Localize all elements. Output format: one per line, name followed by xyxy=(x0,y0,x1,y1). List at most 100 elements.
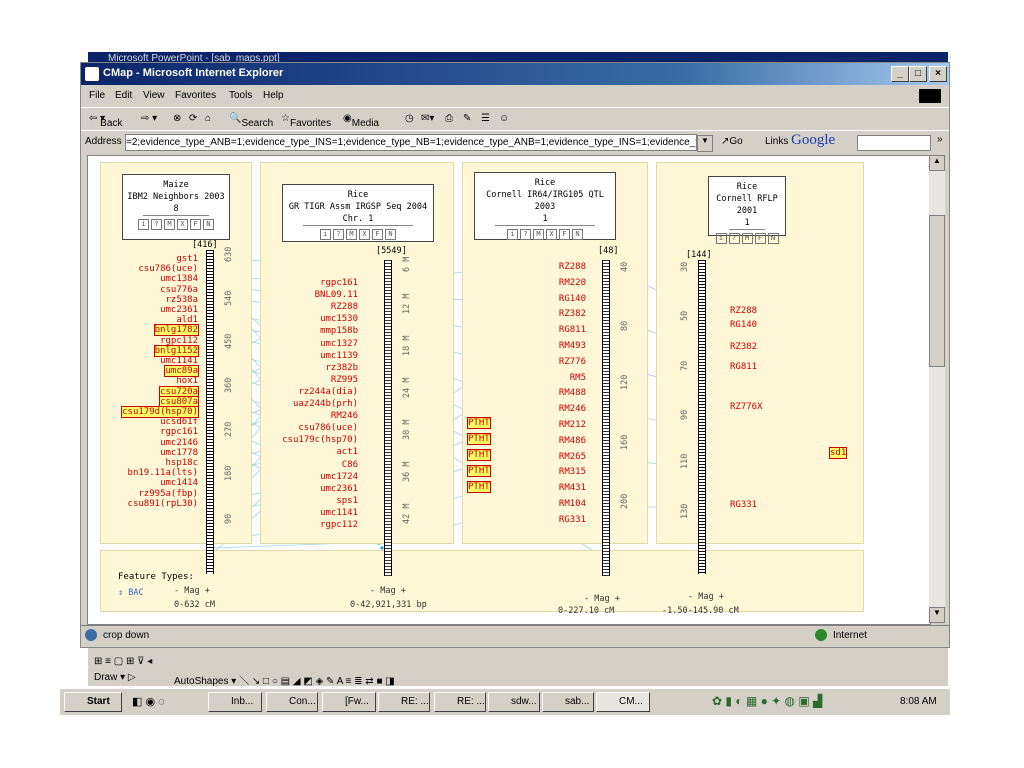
maize-feature-label[interactable]: umc2146 xyxy=(160,438,198,448)
qtl-feature-label[interactable]: RM488 xyxy=(559,388,586,398)
task-re1[interactable]: RE: ... xyxy=(378,692,430,712)
map-icon-button[interactable]: ? xyxy=(728,233,740,244)
address-input[interactable]: =2;evidence_type_ANB=1;evidence_type_INS… xyxy=(125,134,697,151)
systray-icons[interactable]: ✿ ▮ ◐ ▦ ● ✦ ◍ ▣ ▟ xyxy=(712,694,822,708)
rice-seq-feature-label[interactable]: RZ995 xyxy=(331,375,358,385)
messenger-icon[interactable]: ☺ xyxy=(499,113,509,124)
maize-feature-label[interactable]: csu720a xyxy=(159,385,199,398)
mag-control[interactable]: - Mag + xyxy=(174,586,210,596)
ptht-qtl-label[interactable]: PTHT xyxy=(467,449,491,461)
map-icon-button[interactable]: N xyxy=(572,229,583,240)
menu-edit[interactable]: Edit xyxy=(115,90,132,101)
refresh-icon[interactable]: ⟳ xyxy=(189,113,197,124)
rice-seq-feature-label[interactable]: uaz244b(prh) xyxy=(293,399,358,409)
mag-control[interactable]: - Mag + xyxy=(688,592,724,602)
rice-seq-feature-label[interactable]: umc1724 xyxy=(320,472,358,482)
map-icon-button[interactable]: M xyxy=(164,219,175,230)
back-button[interactable]: ⇦ Back ▾ xyxy=(89,113,122,129)
maize-feature-label[interactable]: rgpc161 xyxy=(160,427,198,437)
rice-seq-feature-label[interactable]: rgpc161 xyxy=(320,278,358,288)
map-icon-button[interactable]: i xyxy=(138,219,149,230)
task-con[interactable]: Con... xyxy=(266,692,318,712)
ptht-qtl-label[interactable]: PTHT xyxy=(467,417,491,429)
maize-feature-label[interactable]: umc1384 xyxy=(160,274,198,284)
qtl-feature-label[interactable]: RM486 xyxy=(559,436,586,446)
qtl-feature-label[interactable]: RG811 xyxy=(559,325,586,335)
map-icon-button[interactable]: F xyxy=(559,229,570,240)
vertical-scrollbar[interactable]: ▲ ▼ xyxy=(929,155,945,623)
address-dropdown-icon[interactable]: ▼ xyxy=(697,135,713,152)
qtl-feature-label[interactable]: RZ776 xyxy=(559,357,586,367)
rflp-feature-label[interactable]: RZ776X xyxy=(730,402,763,412)
map-icon-button[interactable]: F xyxy=(190,219,201,230)
search-button[interactable]: 🔍 Search xyxy=(229,113,273,129)
qtl-feature-label[interactable]: RM493 xyxy=(559,341,586,351)
rflp-feature-label[interactable]: RG140 xyxy=(730,320,757,330)
maize-feature-label[interactable]: gst1 xyxy=(176,254,198,264)
task-sdw[interactable]: sdw... xyxy=(488,692,540,712)
media-button[interactable]: ◉ Media xyxy=(343,113,379,129)
task-inbox[interactable]: Inb... xyxy=(208,692,262,712)
rice-seq-feature-label[interactable]: csu179c(hsp70) xyxy=(282,435,358,445)
maize-feature-label[interactable]: umc89a xyxy=(164,365,199,378)
menu-favorites[interactable]: Favorites xyxy=(175,90,216,101)
maize-feature-label[interactable]: csu776a xyxy=(160,285,198,295)
mag-control[interactable]: - Mag + xyxy=(370,586,406,596)
rice-seq-feature-label[interactable]: C86 xyxy=(342,460,358,470)
maize-feature-label[interactable]: csu891(rpL30) xyxy=(128,499,198,509)
maize-feature-label[interactable]: umc2361 xyxy=(160,305,198,315)
view-buttons[interactable]: ⊞ ≡ ▢ ⊞ ⊽ ◂ xyxy=(94,656,152,667)
maize-feature-label[interactable]: ucsd61f xyxy=(160,417,198,427)
task-cmap[interactable]: CM... xyxy=(596,692,650,712)
rflp-feature-label[interactable]: RZ288 xyxy=(730,306,757,316)
maize-feature-label[interactable]: rz538a xyxy=(165,295,198,305)
menu-view[interactable]: View xyxy=(143,90,165,101)
map-icon-button[interactable]: i xyxy=(507,229,518,240)
qtl-feature-label[interactable]: RM212 xyxy=(559,420,586,430)
task-re2[interactable]: RE: ... xyxy=(434,692,486,712)
maize-feature-label[interactable]: umc1414 xyxy=(160,478,198,488)
start-button[interactable]: Start xyxy=(64,692,122,712)
maize-feature-label[interactable]: rgpc112 xyxy=(160,336,198,346)
rflp-feature-label[interactable]: RG331 xyxy=(730,500,757,510)
maize-feature-label[interactable]: umc1141 xyxy=(160,356,198,366)
maize-feature-label[interactable]: bnlg1152 xyxy=(153,344,200,357)
rice-seq-feature-label[interactable]: BNL09.11 xyxy=(315,290,358,300)
map-icon-button[interactable]: N xyxy=(385,229,396,240)
maize-feature-label[interactable]: hox1 xyxy=(176,376,198,386)
scroll-thumb[interactable] xyxy=(929,215,945,367)
toolbar-chevron-icon[interactable]: » xyxy=(937,134,943,145)
map-icon-button[interactable]: M xyxy=(533,229,544,240)
rice-seq-feature-label[interactable]: umc1327 xyxy=(320,339,358,349)
maize-feature-label[interactable]: hsp18c xyxy=(165,458,198,468)
history-icon[interactable]: ◷ xyxy=(405,113,414,124)
task-sab[interactable]: sab... xyxy=(542,692,594,712)
map-icon-button[interactable]: N xyxy=(767,233,779,244)
rice-seq-feature-label[interactable]: umc1530 xyxy=(320,314,358,324)
rice-seq-feature-label[interactable]: mmp158b xyxy=(320,326,358,336)
map-icon-button[interactable]: ? xyxy=(520,229,531,240)
map-icon-button[interactable]: X xyxy=(546,229,557,240)
maize-feature-label[interactable]: bnlg1782 xyxy=(153,324,200,337)
rice-seq-feature-label[interactable]: RZ288 xyxy=(331,302,358,312)
menu-help[interactable]: Help xyxy=(263,90,284,101)
draw-menu[interactable]: Draw ▾ ▷ xyxy=(94,672,136,683)
menu-file[interactable]: File xyxy=(89,90,105,101)
autoshapes-menu[interactable]: AutoShapes ▾ ＼ ↘ □ ○ ▤ ◢ ◩ ◈ ✎ A ≡ ≣ ⇄ ■… xyxy=(174,672,395,687)
maize-feature-label[interactable]: bn19.11a(lts) xyxy=(128,468,198,478)
maize-feature-label[interactable]: csu786(uce) xyxy=(138,264,198,274)
maize-feature-label[interactable]: csu179d(hsp70) xyxy=(121,406,199,418)
quicklaunch-icons[interactable]: ◧ ◉ ◌ xyxy=(132,695,165,708)
close-button[interactable]: × xyxy=(929,66,947,82)
qtl-feature-label[interactable]: RM104 xyxy=(559,499,586,509)
rice-seq-feature-label[interactable]: act1 xyxy=(336,447,358,457)
qtl-feature-label[interactable]: RM246 xyxy=(559,404,586,414)
qtl-feature-label[interactable]: RM315 xyxy=(559,467,586,477)
rice-seq-feature-label[interactable]: csu786(uce) xyxy=(298,423,358,433)
maximize-button[interactable]: □ xyxy=(909,66,927,82)
go-button[interactable]: ↗Go xyxy=(721,136,743,147)
ptht-qtl-label[interactable]: PTHT xyxy=(467,481,491,493)
rice-seq-feature-label[interactable]: rz382b xyxy=(325,363,358,373)
map-icon-button[interactable]: F xyxy=(754,233,766,244)
rice-seq-feature-label[interactable]: umc2361 xyxy=(320,484,358,494)
